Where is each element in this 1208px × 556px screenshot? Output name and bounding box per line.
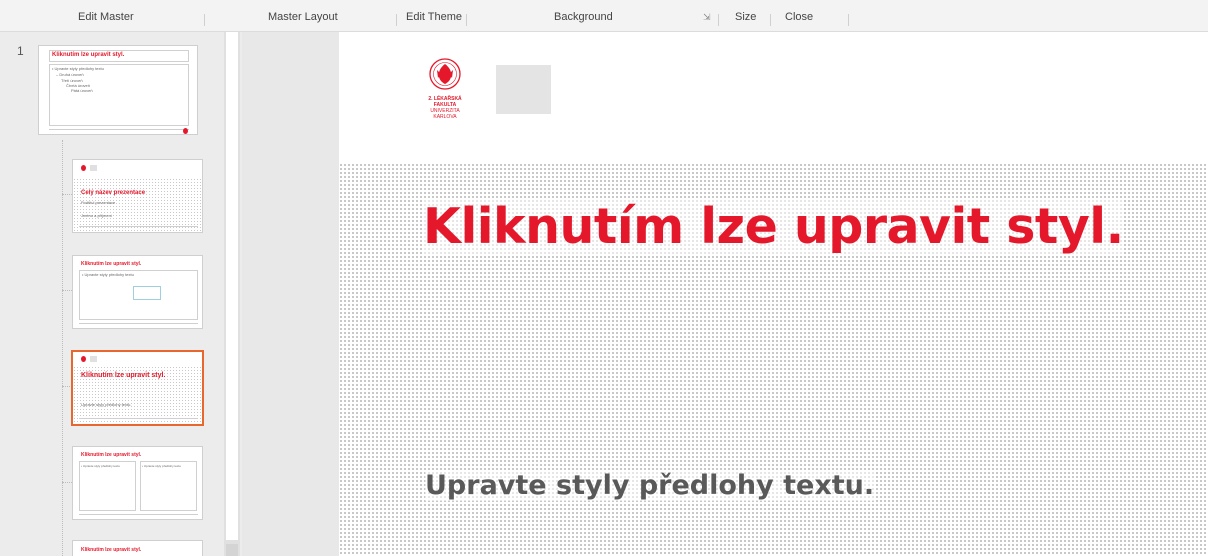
thumb-logo-placeholder <box>90 356 97 362</box>
layout-thumbnail-two-content[interactable]: Kliknutím lze upravit styl. • Upravte st… <box>72 446 203 520</box>
group-separator <box>204 14 205 26</box>
thumb-title: Celý název prezentace <box>81 190 146 196</box>
group-separator <box>770 14 771 26</box>
slide-editing-canvas: 2. LÉKAŘSKÁ FAKULTA UNIVERZITA KARLOVA K… <box>242 32 1208 556</box>
group-separator <box>718 14 719 26</box>
layout-tree-branch <box>62 194 72 195</box>
thumb-logo-placeholder <box>90 165 97 171</box>
thumb-footer-line <box>79 323 198 324</box>
thumb-subtitle: Upravte styly předlohy textu. <box>81 402 132 407</box>
layout-thumbnail-section-header-selected[interactable]: Kliknutím lze upravit styl. Upravte styl… <box>71 350 204 426</box>
layout-tree-branch <box>62 482 72 483</box>
group-master-layout-label: Master Layout <box>268 11 338 23</box>
logo-line-1: 2. LÉKAŘSKÁ <box>428 94 462 102</box>
group-size-label: Size <box>735 11 757 23</box>
thumb-body-left-text: • Upravte styly předlohy textu <box>81 464 120 468</box>
group-close-label: Close <box>785 11 814 23</box>
group-separator <box>466 14 467 26</box>
thumb-footer-line <box>49 129 189 130</box>
thumb-footer-line <box>79 418 198 419</box>
layout-thumbnail-title-slide[interactable]: Celý název prezentace Podtitul prezentac… <box>72 159 203 233</box>
group-edit-master-label: Edit Master <box>78 11 134 23</box>
group-edit-theme-label: Edit Theme <box>406 11 463 23</box>
master-slide-number: 1 <box>17 44 24 58</box>
layout-tree-connector <box>62 140 63 556</box>
thumb-footer-line <box>79 226 198 227</box>
logo-placeholder[interactable] <box>496 65 551 114</box>
thumb-title: Kliknutím lze upravit styl. <box>81 547 142 553</box>
logo-line-4: KARLOVA <box>433 114 457 120</box>
scrollbar-thumb[interactable] <box>226 32 238 540</box>
thumbnail-scrollbar[interactable] <box>224 32 240 556</box>
slide-thumbnail-pane: 1 Kliknutím lze upravit styl. • Upravte … <box>0 32 242 556</box>
layout-tree-branch <box>62 290 72 291</box>
thumb-logo <box>183 128 188 134</box>
thumb-title: Kliknutím lze upravit styl. <box>81 452 142 458</box>
group-background-label: Background <box>554 11 613 23</box>
thumb-title: Kliknutím lze upravit styl. <box>81 261 142 267</box>
group-separator <box>396 14 397 26</box>
layout-thumbnail-partial[interactable]: Kliknutím lze upravit styl. <box>72 540 203 556</box>
slide-title-placeholder[interactable]: Kliknutím lze upravit styl. <box>423 198 1124 255</box>
thumb-body-right-text: • Upravte styly předlohy textu <box>142 464 181 468</box>
thumb-title: Kliknutím lze upravit styl. <box>81 372 166 379</box>
thumb-footer-line <box>79 514 198 515</box>
faculty-logo: 2. LÉKAŘSKÁ FAKULTA UNIVERZITA KARLOVA <box>428 58 462 120</box>
slide-text-placeholder[interactable]: Upravte styly předlohy textu. <box>425 470 875 501</box>
thumb-subtitle: Podtitul prezentace <box>81 200 116 205</box>
thumb-body-level5: Pátá úroveň <box>71 88 93 93</box>
thumb-author: Jméno a příjmení <box>81 213 112 218</box>
slide-master-layout[interactable]: 2. LÉKAŘSKÁ FAKULTA UNIVERZITA KARLOVA K… <box>339 32 1208 556</box>
thumb-logo <box>81 356 86 362</box>
thumb-title: Kliknutím lze upravit styl. <box>52 52 125 58</box>
group-separator <box>848 14 849 26</box>
ribbon-group-labels: Edit Master Master Layout Edit Theme Bac… <box>0 0 1208 32</box>
thumb-logo <box>81 165 86 171</box>
layout-thumbnail-title-content[interactable]: Kliknutím lze upravit styl. • Upravte st… <box>72 255 203 329</box>
thumb-image-placeholder <box>133 286 161 300</box>
scrollbar-down-button[interactable] <box>226 544 238 556</box>
thumb-body-text: • Upravte styly předlohy textu <box>82 272 134 277</box>
dialog-launcher-icon[interactable]: ⇲ <box>703 12 711 23</box>
master-slide-thumbnail[interactable]: Kliknutím lze upravit styl. • Upravte st… <box>38 45 198 135</box>
